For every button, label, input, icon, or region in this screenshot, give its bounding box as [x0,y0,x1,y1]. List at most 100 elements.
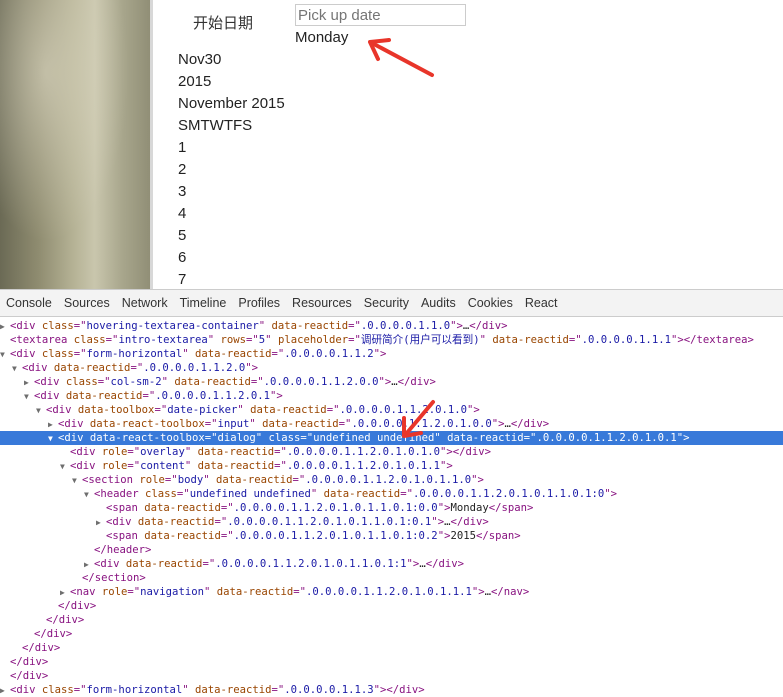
tree-row[interactable]: ▼ <div role="content" data-reactid=".0.0.… [0,459,783,473]
tree-row[interactable]: ▶ <div class="form-horizontal" data-react… [0,683,783,697]
tree-row[interactable]: </div> [0,627,783,641]
tree-token: =" [204,432,218,444]
tree-token: =" [73,320,87,332]
tree-row[interactable]: ▶ <div class="col-sm-2" data-reactid=".0.… [0,375,783,389]
tree-row[interactable]: ▶ <div data-react-toolbox="input" data-re… [0,417,783,431]
tree-token: content [140,460,185,472]
triangle-down-icon[interactable]: ▼ [0,348,10,362]
tab-sources[interactable]: Sources [58,290,116,316]
tree-token: 2015 [450,530,476,542]
tab-security[interactable]: Security [358,290,415,316]
selected-day-name: Monday [295,29,349,46]
tree-token: overlay [140,446,185,458]
tree-token: =" [220,530,234,542]
tree-row[interactable]: ▼ <div data-reactid=".0.0.0.0.1.1.2.0"> [0,361,783,375]
triangle-right-icon[interactable]: ▶ [0,320,10,334]
calendar-line[interactable]: 7 [178,271,186,288]
tree-token: =" [326,404,340,416]
tree-token: " [182,684,195,696]
triangle-down-icon[interactable]: ▼ [48,432,58,446]
tree-token: "> [406,558,420,570]
tree-row[interactable]: ▼ <div data-toolbox="date-picker" data-re… [0,403,783,417]
tree-row[interactable]: <span data-reactid=".0.0.0.0.1.1.2.0.1.0… [0,529,783,543]
tree-token: data-reactid [492,334,569,346]
tree-row[interactable]: </div> [0,655,783,669]
tree-row[interactable]: </header> [0,543,783,557]
tab-timeline[interactable]: Timeline [174,290,233,316]
tab-console[interactable]: Console [0,290,58,316]
calendar-line[interactable]: 1 [178,139,186,156]
tab-profiles[interactable]: Profiles [232,290,286,316]
tree-token: </div> [10,670,49,682]
tree-token: " [182,348,195,360]
tree-token: data-reactid [65,390,143,402]
tree-token: data-reactid [53,362,131,374]
tree-token: =" [523,432,537,444]
calendar-line[interactable]: 5 [178,227,186,244]
date-input[interactable] [295,4,466,26]
tree-token: undefined undefined [189,488,311,500]
tree-token: =" [292,474,306,486]
tree-token: "></textarea> [670,334,754,346]
triangle-right-icon[interactable]: ▶ [0,684,10,697]
tree-token: </div> [510,418,550,430]
calendar-line[interactable]: 4 [178,205,186,222]
tree-token: =" [127,446,141,458]
tree-token: " [258,320,272,332]
tree-row[interactable]: ▼ <header class="undefined undefined" dat… [0,487,783,501]
tree-token: " [184,446,198,458]
triangle-down-icon[interactable]: ▼ [24,390,34,404]
tab-react[interactable]: React [519,290,564,316]
tree-row[interactable]: </div> [0,641,783,655]
calendar-line[interactable]: 3 [178,183,186,200]
tree-row[interactable]: </div> [0,669,783,683]
tree-row[interactable]: ▶ <div data-reactid=".0.0.0.0.1.1.2.0.1.0… [0,557,783,571]
tree-token: " [207,334,221,346]
triangle-down-icon[interactable]: ▼ [84,488,94,502]
tab-cookies[interactable]: Cookies [462,290,519,316]
tree-token: "> [467,404,480,416]
calendar-line[interactable]: 2 [178,161,186,178]
tree-token: <span [106,502,145,514]
tree-row[interactable]: <textarea class="intro-textarea" rows="5… [0,333,783,347]
calendar-line[interactable]: 6 [178,249,186,266]
triangle-right-icon[interactable]: ▶ [48,418,58,432]
tree-token: <div [58,418,90,430]
tree-row-selected[interactable]: ▼ <div data-react-toolbox="dialog" class=… [0,431,783,445]
tree-row[interactable]: ▼ <div data-reactid=".0.0.0.0.1.1.2.0.1"> [0,389,783,403]
triangle-right-icon[interactable]: ▶ [60,586,70,600]
triangle-right-icon[interactable]: ▶ [84,558,94,572]
tree-token: "> [491,418,505,430]
tree-row[interactable]: ▶ <div class="hovering-textarea-container… [0,319,783,333]
tab-resources[interactable]: Resources [286,290,358,316]
tree-row[interactable]: <div role="overlay" data-reactid=".0.0.0… [0,445,783,459]
tree-row[interactable]: </div> [0,613,783,627]
tree-row[interactable]: ▶ <div data-reactid=".0.0.0.0.1.1.2.0.1.0… [0,515,783,529]
tab-audits[interactable]: Audits [415,290,462,316]
tree-token: =" [73,684,87,696]
tab-network[interactable]: Network [116,290,174,316]
triangle-down-icon[interactable]: ▼ [36,404,46,418]
triangle-right-icon[interactable]: ▶ [96,516,106,530]
triangle-right-icon[interactable]: ▶ [24,376,34,390]
tree-token: "> [431,516,445,528]
tree-row[interactable]: ▶ <nav role="navigation" data-reactid=".0… [0,585,783,599]
tree-token: =" [105,334,119,346]
tree-token: " [203,474,216,486]
tree-token: data-toolbox [77,404,155,416]
tree-token: =" [348,334,361,346]
tree-token: form-horizontal [86,684,183,696]
tree-row[interactable]: </div> [0,599,783,613]
triangle-down-icon[interactable]: ▼ [60,460,70,474]
tree-row[interactable]: ▼ <div class="form-horizontal" data-react… [0,347,783,361]
tree-row[interactable]: </section> [0,571,783,585]
tree-token: 调研简介(用户可以看到) [360,334,480,346]
tree-token: " [310,488,324,500]
tree-token: "> [471,586,485,598]
tree-row[interactable]: ▼ <section role="body" data-reactid=".0.0… [0,473,783,487]
triangle-down-icon[interactable]: ▼ [72,474,82,488]
tree-token: "> [270,390,283,402]
tree-row[interactable]: <span data-reactid=".0.0.0.0.1.1.2.0.1.0… [0,501,783,515]
tree-token: " [237,404,251,416]
triangle-down-icon[interactable]: ▼ [12,362,22,376]
